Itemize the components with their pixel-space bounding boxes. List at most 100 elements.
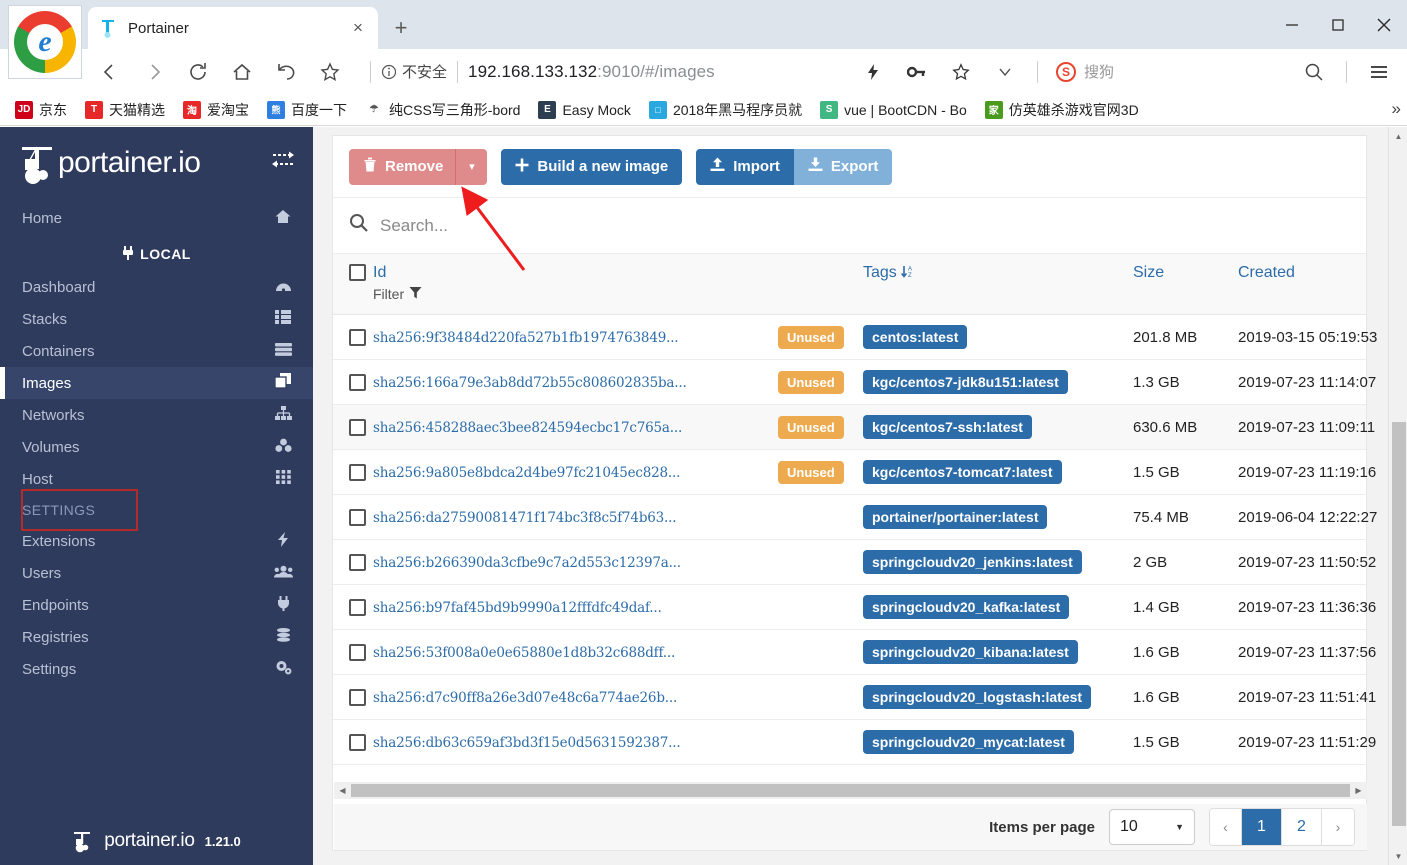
table-row[interactable]: sha256:166a79e3ab8dd72b55c808602835ba...… <box>333 359 1376 405</box>
items-per-page-select[interactable]: 10 ▼ <box>1109 809 1195 845</box>
remove-button[interactable]: Remove <box>349 148 456 185</box>
page-vertical-scrollbar[interactable]: ▲ ▼ <box>1388 127 1407 865</box>
table-row[interactable]: sha256:53f008a0e0e65880e1d8b32c688dff...… <box>333 629 1376 675</box>
image-id-link[interactable]: sha256:d7c90ff8a26e3d07e48c6a774ae26b... <box>373 690 677 706</box>
table-row[interactable]: sha256:d7c90ff8a26e3d07e48c6a774ae26b...… <box>333 674 1376 720</box>
home-icon[interactable] <box>220 50 264 94</box>
page-button-1[interactable]: 1 <box>1242 809 1282 845</box>
sidebar-item-images[interactable]: Images <box>0 367 313 399</box>
row-checkbox[interactable] <box>349 508 366 526</box>
image-id-link[interactable]: sha256:9f38484d220fa527b1fb1974763849... <box>373 330 679 346</box>
bookmark-item[interactable]: JD 京东 <box>6 97 76 123</box>
address-bar[interactable]: 不安全 192.168.133.132:9010/#/images <box>352 50 851 94</box>
vertical-scroll-thumb[interactable] <box>1392 422 1406 826</box>
scroll-down-icon[interactable]: ▼ <box>1389 847 1407 865</box>
row-checkbox[interactable] <box>349 373 366 391</box>
bookmark-item[interactable]: ☂ 纯CSS写三角形-bord <box>356 97 529 123</box>
sidebar-item-users[interactable]: Users <box>0 557 313 589</box>
row-checkbox[interactable] <box>349 598 366 616</box>
row-checkbox[interactable] <box>349 733 366 751</box>
tag-badge[interactable]: springcloudv20_kafka:latest <box>863 595 1070 619</box>
sidebar-item-settings[interactable]: Settings <box>0 653 313 685</box>
sidebar-item-host[interactable]: Host <box>0 463 313 495</box>
tag-badge[interactable]: springcloudv20_logstash:latest <box>863 685 1092 709</box>
sidebar-item-registries[interactable]: Registries <box>0 621 313 653</box>
import-button[interactable]: Import <box>696 148 794 185</box>
back-icon[interactable] <box>88 50 132 94</box>
sidebar-item-networks[interactable]: Networks <box>0 399 313 431</box>
table-row[interactable]: sha256:da27590081471f174bc3f8c5f74b63...… <box>333 494 1377 540</box>
security-indicator[interactable]: 不安全 <box>381 61 447 82</box>
key-icon[interactable] <box>895 50 939 94</box>
sidebar-item-containers[interactable]: Containers <box>0 335 313 367</box>
image-id-link[interactable]: sha256:b266390da3cfbe9c7a2d553c12397a... <box>373 555 681 571</box>
bookmark-item[interactable]: E Easy Mock <box>529 97 639 123</box>
tag-badge[interactable]: springcloudv20_mycat:latest <box>863 730 1074 754</box>
sidebar-item-stacks[interactable]: Stacks <box>0 303 313 335</box>
table-row[interactable]: sha256:db63c659af3bd3f15e0d5631592387...… <box>333 719 1376 765</box>
sidebar-brand[interactable]: portainer.io <box>0 127 313 199</box>
tag-badge[interactable]: kgc/centos7-ssh:latest <box>863 415 1032 439</box>
new-tab-button[interactable]: + <box>385 14 417 44</box>
search-input[interactable] <box>380 215 1281 236</box>
th-tags-label[interactable]: Tags AZ <box>863 264 1133 282</box>
browser-tab[interactable]: Portainer × <box>88 7 378 49</box>
page-next-button[interactable]: › <box>1322 809 1354 845</box>
sidebar-item-dashboard[interactable]: Dashboard <box>0 271 313 303</box>
tag-badge[interactable]: springcloudv20_kibana:latest <box>863 640 1078 664</box>
image-id-link[interactable]: sha256:db63c659af3bd3f15e0d5631592387... <box>373 735 681 751</box>
scroll-left-icon[interactable]: ◀ <box>334 782 351 799</box>
history-icon[interactable] <box>264 50 308 94</box>
star-icon[interactable] <box>939 50 983 94</box>
select-all-checkbox[interactable] <box>349 264 366 282</box>
minimize-icon[interactable] <box>1269 0 1315 49</box>
image-id-link[interactable]: sha256:da27590081471f174bc3f8c5f74b63... <box>373 510 677 526</box>
image-id-link[interactable]: sha256:458288aec3bee824594ecbc17c765a... <box>373 420 682 436</box>
row-checkbox[interactable] <box>349 643 366 661</box>
table-row[interactable]: sha256:9f38484d220fa527b1fb1974763849...… <box>333 314 1377 360</box>
remove-dropdown-caret-icon[interactable]: ▾ <box>455 148 488 185</box>
image-id-link[interactable]: sha256:53f008a0e0e65880e1d8b32c688dff... <box>373 645 675 661</box>
table-row[interactable]: sha256:9a805e8bdca2d4be97fc21045ec828...… <box>333 449 1376 495</box>
sidebar-item-home[interactable]: Home <box>0 199 313 237</box>
export-button[interactable]: Export <box>793 148 893 185</box>
sogou-search-entry[interactable]: S 搜狗 <box>1048 61 1122 82</box>
page-button-2[interactable]: 2 <box>1282 809 1322 845</box>
scroll-up-icon[interactable]: ▲ <box>1389 127 1407 145</box>
image-id-link[interactable]: sha256:b97faf45bd9b9990a12fffdfc49daf... <box>373 600 662 616</box>
th-id-label[interactable]: Id <box>373 264 778 282</box>
tag-badge[interactable]: kgc/centos7-tomcat7:latest <box>863 460 1062 484</box>
th-created-label[interactable]: Created <box>1238 264 1366 282</box>
forward-icon[interactable] <box>132 50 176 94</box>
bolt-icon[interactable] <box>851 50 895 94</box>
horizontal-scroll-thumb[interactable] <box>351 784 1350 797</box>
table-row[interactable]: sha256:458288aec3bee824594ecbc17c765a...… <box>333 404 1375 450</box>
tag-badge[interactable]: springcloudv20_jenkins:latest <box>863 550 1082 574</box>
row-checkbox[interactable] <box>349 463 366 481</box>
bookmark-item[interactable]: 家仿英雄杀游戏官网3D <box>976 97 1148 123</box>
row-checkbox[interactable] <box>349 328 366 346</box>
chevron-down-icon[interactable] <box>983 50 1027 94</box>
tag-badge[interactable]: centos:latest <box>863 325 968 349</box>
image-id-link[interactable]: sha256:166a79e3ab8dd72b55c808602835ba... <box>373 375 687 391</box>
tag-badge[interactable]: portainer/portainer:latest <box>863 505 1048 529</box>
menu-icon[interactable] <box>1357 50 1401 94</box>
row-checkbox[interactable] <box>349 418 366 436</box>
tab-close-icon[interactable]: × <box>348 18 368 38</box>
sidebar-item-volumes[interactable]: Volumes <box>0 431 313 463</box>
bookmark-item[interactable]: T 天猫精选 <box>76 97 174 123</box>
bookmark-star-icon[interactable] <box>308 50 352 94</box>
page-prev-button[interactable]: ‹ <box>1210 809 1242 845</box>
bookmark-item[interactable]: □ 2018年黑马程序员就 <box>640 97 811 123</box>
close-icon[interactable] <box>1361 0 1407 49</box>
table-row[interactable]: sha256:b266390da3cfbe9c7a2d553c12397a...… <box>333 539 1376 585</box>
search-icon[interactable] <box>1292 50 1336 94</box>
bookmark-item[interactable]: 淘爱淘宝 <box>174 97 258 123</box>
sidebar-item-extensions[interactable]: Extensions <box>0 525 313 557</box>
image-id-link[interactable]: sha256:9a805e8bdca2d4be97fc21045ec828... <box>373 465 680 481</box>
tag-badge[interactable]: kgc/centos7-jdk8u151:latest <box>863 370 1068 394</box>
bookmark-item[interactable]: 熊百度一下 <box>258 97 356 123</box>
row-checkbox[interactable] <box>349 688 366 706</box>
reload-icon[interactable] <box>176 50 220 94</box>
maximize-icon[interactable] <box>1315 0 1361 49</box>
